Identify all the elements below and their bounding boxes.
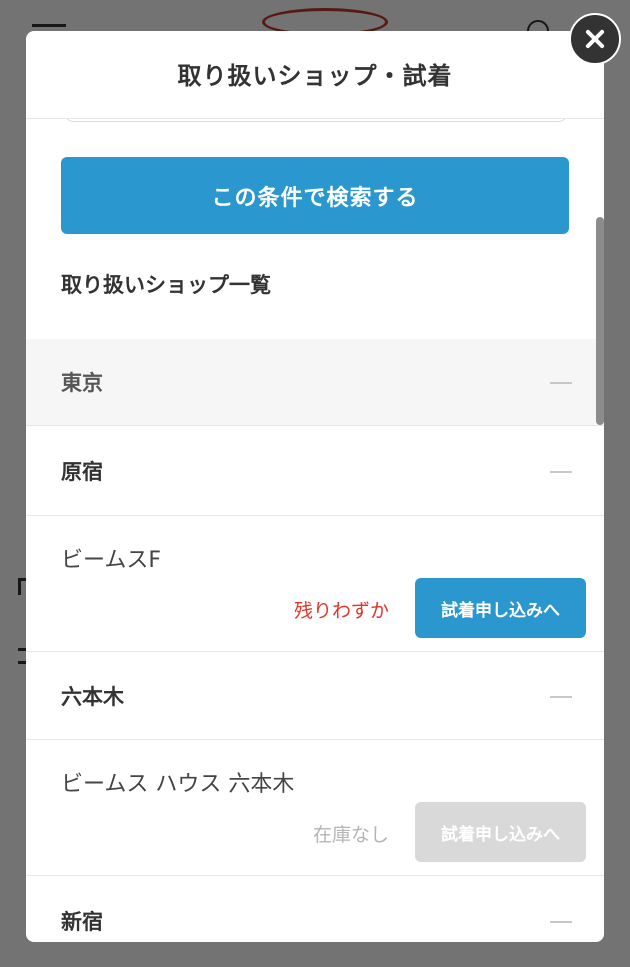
minus-icon bbox=[550, 695, 572, 698]
area-label: 東京 bbox=[61, 371, 103, 395]
shop-list-heading: 取り扱いショップ一覧 bbox=[61, 273, 271, 297]
tryon-request-button-disabled: 試着申し込みへ bbox=[415, 802, 586, 862]
area-row-tokyo[interactable]: 東京 bbox=[26, 339, 604, 426]
shop-name: ビームスF bbox=[61, 548, 161, 573]
minus-icon bbox=[550, 470, 572, 473]
close-icon bbox=[571, 15, 619, 63]
district-label: 新宿 bbox=[61, 909, 103, 934]
modal-header: 取り扱いショップ・試着 bbox=[26, 31, 604, 119]
modal-body: この条件で検索する 取り扱いショップ一覧 東京 原宿 ビームスF 残りわずか 試… bbox=[26, 119, 604, 942]
close-button[interactable] bbox=[569, 13, 621, 65]
shop-list: 東京 原宿 ビームスF 残りわずか 試着申し込みへ 六本木 ビームス ハウス 六… bbox=[26, 339, 604, 942]
district-label: 六本木 bbox=[61, 684, 124, 709]
stock-status: 在庫なし bbox=[312, 824, 389, 846]
shop-name: ビームス ハウス 六本木 bbox=[61, 772, 295, 797]
district-row-roppongi[interactable]: 六本木 bbox=[26, 652, 604, 740]
tryon-request-button[interactable]: 試着申し込みへ bbox=[415, 578, 586, 638]
stock-status: 残りわずか bbox=[293, 600, 389, 622]
minus-icon bbox=[550, 920, 572, 923]
district-row-shinjuku[interactable]: 新宿 bbox=[26, 876, 604, 942]
district-label: 原宿 bbox=[61, 459, 103, 484]
search-button[interactable]: この条件で検索する bbox=[61, 157, 569, 234]
shop-row: ビームスF 残りわずか 試着申し込みへ bbox=[26, 516, 604, 652]
minus-icon bbox=[550, 382, 572, 384]
shop-tryon-modal: 取り扱いショップ・試着 この条件で検索する 取り扱いショップ一覧 東京 原宿 ビ… bbox=[26, 31, 604, 942]
previous-field-edge bbox=[64, 119, 568, 122]
modal-title: 取り扱いショップ・試着 bbox=[177, 62, 453, 90]
shop-row: ビームス ハウス 六本木 在庫なし 試着申し込みへ bbox=[26, 740, 604, 876]
scrollbar[interactable] bbox=[596, 217, 604, 425]
district-row-harajuku[interactable]: 原宿 bbox=[26, 426, 604, 516]
